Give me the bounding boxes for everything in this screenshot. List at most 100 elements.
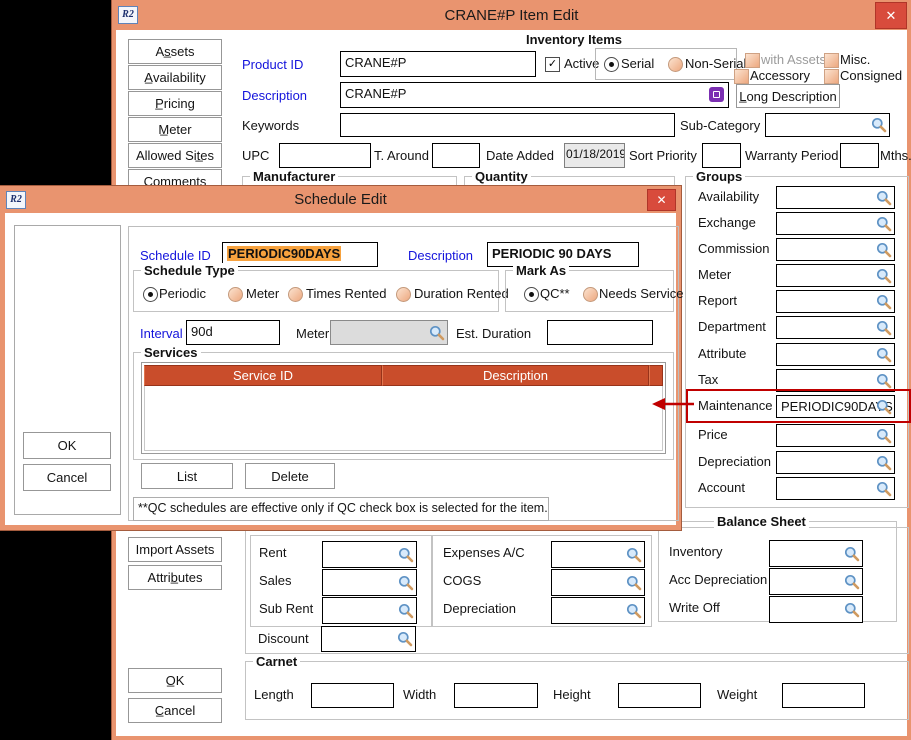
expand-description-icon[interactable] <box>709 87 724 102</box>
t-around-field[interactable] <box>432 143 480 168</box>
search-icon[interactable] <box>876 347 892 363</box>
depreciation-ac-field[interactable] <box>551 597 645 624</box>
attributes-button[interactable]: Attrib̲utes <box>128 565 222 590</box>
expenses-ac-field[interactable] <box>551 541 645 568</box>
search-icon[interactable] <box>876 428 892 444</box>
qc-label: QC** <box>540 286 570 301</box>
periodic-radio[interactable] <box>143 287 158 302</box>
length-field[interactable] <box>311 683 394 708</box>
search-icon[interactable] <box>398 575 414 591</box>
attribute-group-field[interactable] <box>776 343 895 366</box>
department-group-field[interactable] <box>776 316 895 339</box>
report-group-field[interactable] <box>776 290 895 313</box>
search-icon[interactable] <box>626 603 642 619</box>
search-icon[interactable] <box>876 320 892 336</box>
import-assets-button[interactable]: Import Assets <box>128 537 222 562</box>
assets-button[interactable]: As̲sets <box>128 39 222 64</box>
duration-rented-radio[interactable] <box>396 287 411 302</box>
sub-rent-field[interactable] <box>322 597 417 624</box>
search-icon[interactable] <box>844 602 860 618</box>
exchange-group-field[interactable] <box>776 212 895 235</box>
group-row-label: Commission <box>698 241 770 256</box>
search-icon[interactable] <box>398 547 414 563</box>
schedule-edit-titlebar[interactable]: R2 Schedule Edit ✕ <box>0 186 681 213</box>
list-button[interactable]: List <box>141 463 233 489</box>
meter-group-field[interactable] <box>776 264 895 287</box>
rent-field[interactable] <box>322 541 417 568</box>
search-icon[interactable] <box>876 216 892 232</box>
search-icon[interactable] <box>876 481 892 497</box>
product-id-field[interactable]: CRANE#P <box>340 51 536 77</box>
interval-field[interactable]: 90d <box>186 320 280 345</box>
schedule-cancel-button[interactable]: Cancel <box>23 464 111 491</box>
expense-accounts-box: Expenses A/C COGS Depreciation <box>432 535 652 627</box>
long-description-button[interactable]: L̲ong Description <box>736 84 840 108</box>
commission-group-field[interactable] <box>776 238 895 261</box>
pricing-button[interactable]: P̲ricing <box>128 91 222 116</box>
search-icon[interactable] <box>626 547 642 563</box>
schedule-id-field[interactable]: PERIODIC90DAYS <box>222 242 378 267</box>
search-icon[interactable] <box>876 455 892 471</box>
group-row-label: Depreciation <box>698 454 771 469</box>
allowed-sites-button[interactable]: Allowed Sit̲es <box>128 143 222 168</box>
meter-radio[interactable] <box>228 287 243 302</box>
acc-depreciation-field[interactable] <box>769 568 863 595</box>
availability-group-field[interactable] <box>776 186 895 209</box>
accessory-checkbox[interactable] <box>734 69 749 84</box>
sub-category-field[interactable] <box>765 113 890 137</box>
schedule-ok-button[interactable]: OK <box>23 432 111 459</box>
weight-field[interactable] <box>782 683 865 708</box>
width-field[interactable] <box>454 683 538 708</box>
keywords-field[interactable] <box>340 113 675 137</box>
search-icon[interactable] <box>876 242 892 258</box>
item-ok-button[interactable]: O̲K <box>128 668 222 693</box>
consigned-checkbox[interactable] <box>824 69 839 84</box>
services-table[interactable]: Service ID Description <box>141 362 666 454</box>
account-group-field[interactable] <box>776 477 895 500</box>
search-icon[interactable] <box>871 117 887 133</box>
delete-button[interactable]: Delete <box>245 463 335 489</box>
write-off-field[interactable] <box>769 596 863 623</box>
search-icon[interactable] <box>398 603 414 619</box>
depreciation-group-field[interactable] <box>776 451 895 474</box>
meter-button[interactable]: M̲eter <box>128 117 222 142</box>
meter-option-label: Meter <box>246 286 279 301</box>
serial-radio[interactable] <box>604 57 619 72</box>
sub-rent-label: Sub Rent <box>259 601 313 616</box>
warranty-period-field[interactable] <box>840 143 879 168</box>
needs-service-radio[interactable] <box>583 287 598 302</box>
inventory-field[interactable] <box>769 540 863 567</box>
close-icon[interactable]: ✕ <box>647 189 676 211</box>
non-serial-radio[interactable] <box>668 57 683 72</box>
availability-button[interactable]: A̲vailability <box>128 65 222 90</box>
item-edit-titlebar[interactable]: R2 CRANE#P Item Edit ✕ <box>112 0 911 30</box>
sort-priority-field[interactable] <box>702 143 741 168</box>
with-assets-checkbox[interactable] <box>745 53 760 68</box>
item-cancel-button[interactable]: C̲ancel <box>128 698 222 723</box>
keywords-label: Keywords <box>242 118 299 133</box>
search-icon[interactable] <box>397 631 413 647</box>
search-icon[interactable] <box>876 373 892 389</box>
times-rented-radio[interactable] <box>288 287 303 302</box>
search-icon[interactable] <box>844 546 860 562</box>
sales-field[interactable] <box>322 569 417 596</box>
search-icon[interactable] <box>626 575 642 591</box>
price-group-field[interactable] <box>776 424 895 447</box>
description-field[interactable]: CRANE#P <box>340 82 729 108</box>
cogs-field[interactable] <box>551 569 645 596</box>
qc-radio[interactable] <box>524 287 539 302</box>
upc-label: UPC <box>242 148 269 163</box>
search-icon[interactable] <box>876 294 892 310</box>
misc-checkbox[interactable] <box>824 53 839 68</box>
search-icon[interactable] <box>876 190 892 206</box>
search-icon[interactable] <box>844 574 860 590</box>
active-checkbox[interactable]: ✓ <box>545 57 560 72</box>
description-column-header: Description <box>382 365 649 386</box>
discount-field[interactable] <box>321 626 416 652</box>
warranty-period-label: Warranty Period <box>745 148 838 163</box>
upc-field[interactable] <box>279 143 371 168</box>
search-icon[interactable] <box>876 268 892 284</box>
close-icon[interactable]: ✕ <box>875 2 907 29</box>
height-field[interactable] <box>618 683 701 708</box>
est-duration-field[interactable] <box>547 320 653 345</box>
